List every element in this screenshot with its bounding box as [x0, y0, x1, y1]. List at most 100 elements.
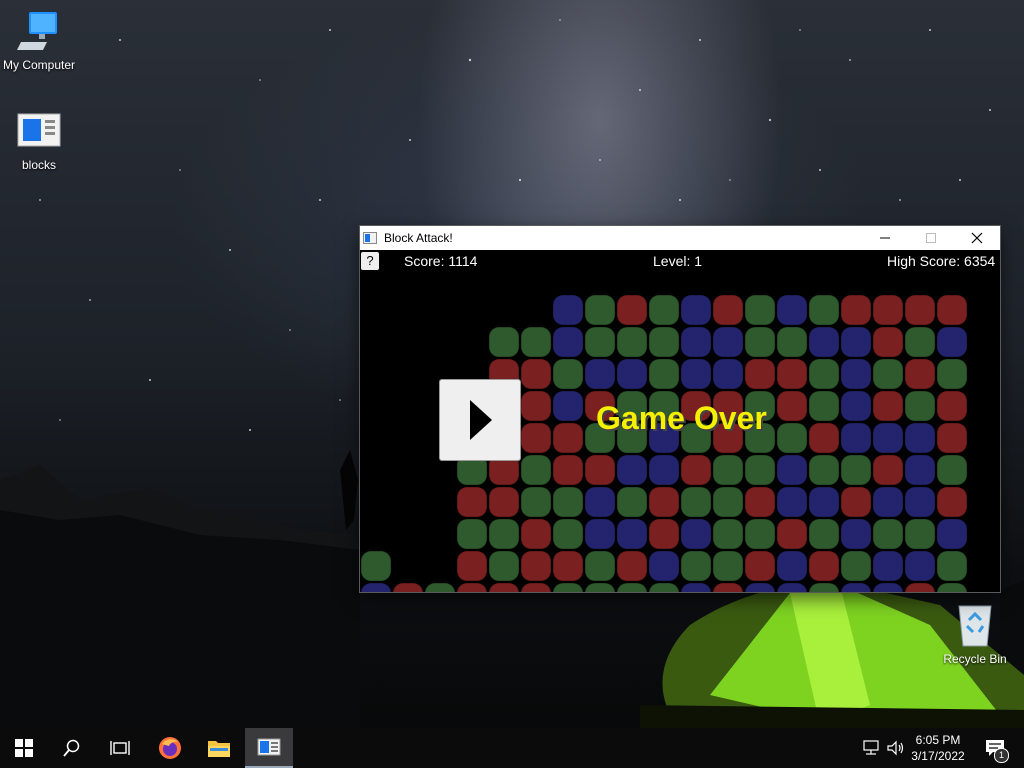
block-red: [904, 582, 936, 592]
block-red: [552, 550, 584, 582]
block-blue: [616, 518, 648, 550]
window-title: Block Attack!: [384, 231, 453, 245]
game-area[interactable]: ? Score: 1114 Level: 1 High Score: 6354 …: [360, 250, 1000, 592]
minimize-icon: [880, 237, 890, 239]
start-icon: [15, 739, 33, 757]
block-red: [552, 454, 584, 486]
block-blue: [904, 422, 936, 454]
block-green: [744, 326, 776, 358]
block-green: [808, 454, 840, 486]
block-blue: [904, 486, 936, 518]
block-green: [840, 550, 872, 582]
network-icon: [863, 740, 879, 755]
play-button[interactable]: [440, 380, 520, 460]
close-button[interactable]: [954, 226, 1000, 250]
maximize-button[interactable]: [908, 226, 954, 250]
firefox-button[interactable]: [146, 728, 194, 768]
desktop-icon-my-computer[interactable]: My Computer: [0, 10, 78, 72]
block-green: [808, 582, 840, 592]
block-red: [776, 358, 808, 390]
high-score-display: High Score: 6354: [887, 253, 996, 269]
desktop-icon-blocks[interactable]: blocks: [0, 110, 78, 172]
search-button[interactable]: [48, 728, 96, 768]
block-attack-window[interactable]: Block Attack! ? Score: 1114 Level: 1 Hig…: [360, 226, 1000, 592]
block-green: [520, 326, 552, 358]
block-red: [936, 422, 968, 454]
block-blue: [680, 294, 712, 326]
block-green: [552, 518, 584, 550]
block-red: [744, 486, 776, 518]
volume-icon: [887, 740, 904, 756]
minimize-button[interactable]: [862, 226, 908, 250]
block-blue: [776, 550, 808, 582]
block-green: [808, 518, 840, 550]
block-green: [936, 358, 968, 390]
block-red: [552, 422, 584, 454]
block-green: [456, 518, 488, 550]
notification-button[interactable]: 1: [978, 728, 1012, 768]
block-red: [872, 294, 904, 326]
block-attack-taskbar-button[interactable]: [245, 728, 293, 768]
block-red: [488, 486, 520, 518]
block-red: [520, 582, 552, 592]
block-red: [936, 294, 968, 326]
block-blue: [840, 582, 872, 592]
block-green: [552, 486, 584, 518]
block-green: [520, 454, 552, 486]
block-green: [360, 550, 392, 582]
block-green: [616, 486, 648, 518]
block-green: [680, 550, 712, 582]
block-green: [776, 326, 808, 358]
block-red: [776, 518, 808, 550]
block-red: [872, 390, 904, 422]
block-red: [456, 550, 488, 582]
block-green: [936, 454, 968, 486]
block-green: [776, 422, 808, 454]
task-view-button[interactable]: [96, 728, 144, 768]
block-blue: [616, 358, 648, 390]
block-blue: [648, 454, 680, 486]
block-green: [904, 326, 936, 358]
block-blue: [552, 326, 584, 358]
block-blue: [936, 518, 968, 550]
desktop-icon-recycle-bin[interactable]: Recycle Bin: [936, 604, 1014, 666]
block-red: [616, 550, 648, 582]
block-red: [808, 550, 840, 582]
block-blue: [872, 550, 904, 582]
file-explorer-icon: [208, 741, 230, 757]
window-titlebar[interactable]: Block Attack!: [360, 226, 1000, 250]
block-green: [488, 326, 520, 358]
block-blue: [680, 518, 712, 550]
block-green: [840, 454, 872, 486]
block-green: [584, 582, 616, 592]
block-green: [872, 518, 904, 550]
block-green: [712, 518, 744, 550]
file-explorer-button[interactable]: [195, 728, 243, 768]
block-red: [712, 582, 744, 592]
block-red: [744, 358, 776, 390]
block-green: [744, 518, 776, 550]
block-attack-app-icon: [363, 232, 377, 244]
taskbar-clock[interactable]: 6:05 PM 3/17/2022: [905, 732, 971, 764]
block-green: [936, 550, 968, 582]
block-red: [808, 422, 840, 454]
block-red: [936, 486, 968, 518]
help-button[interactable]: ?: [361, 252, 379, 270]
clock-time: 6:05 PM: [915, 733, 961, 747]
block-green: [744, 454, 776, 486]
block-red: [520, 358, 552, 390]
network-tray-button[interactable]: [858, 728, 884, 768]
start-button[interactable]: [0, 728, 48, 768]
block-blue: [872, 486, 904, 518]
block-red: [712, 294, 744, 326]
search-icon: [63, 739, 80, 757]
block-red: [456, 486, 488, 518]
block-blue: [680, 358, 712, 390]
block-blue: [936, 326, 968, 358]
block-green: [616, 326, 648, 358]
block-red: [680, 454, 712, 486]
clock-date: 3/17/2022: [911, 749, 965, 763]
block-blue: [840, 390, 872, 422]
desktop-icon-label: My Computer: [2, 58, 76, 72]
block-green: [808, 390, 840, 422]
